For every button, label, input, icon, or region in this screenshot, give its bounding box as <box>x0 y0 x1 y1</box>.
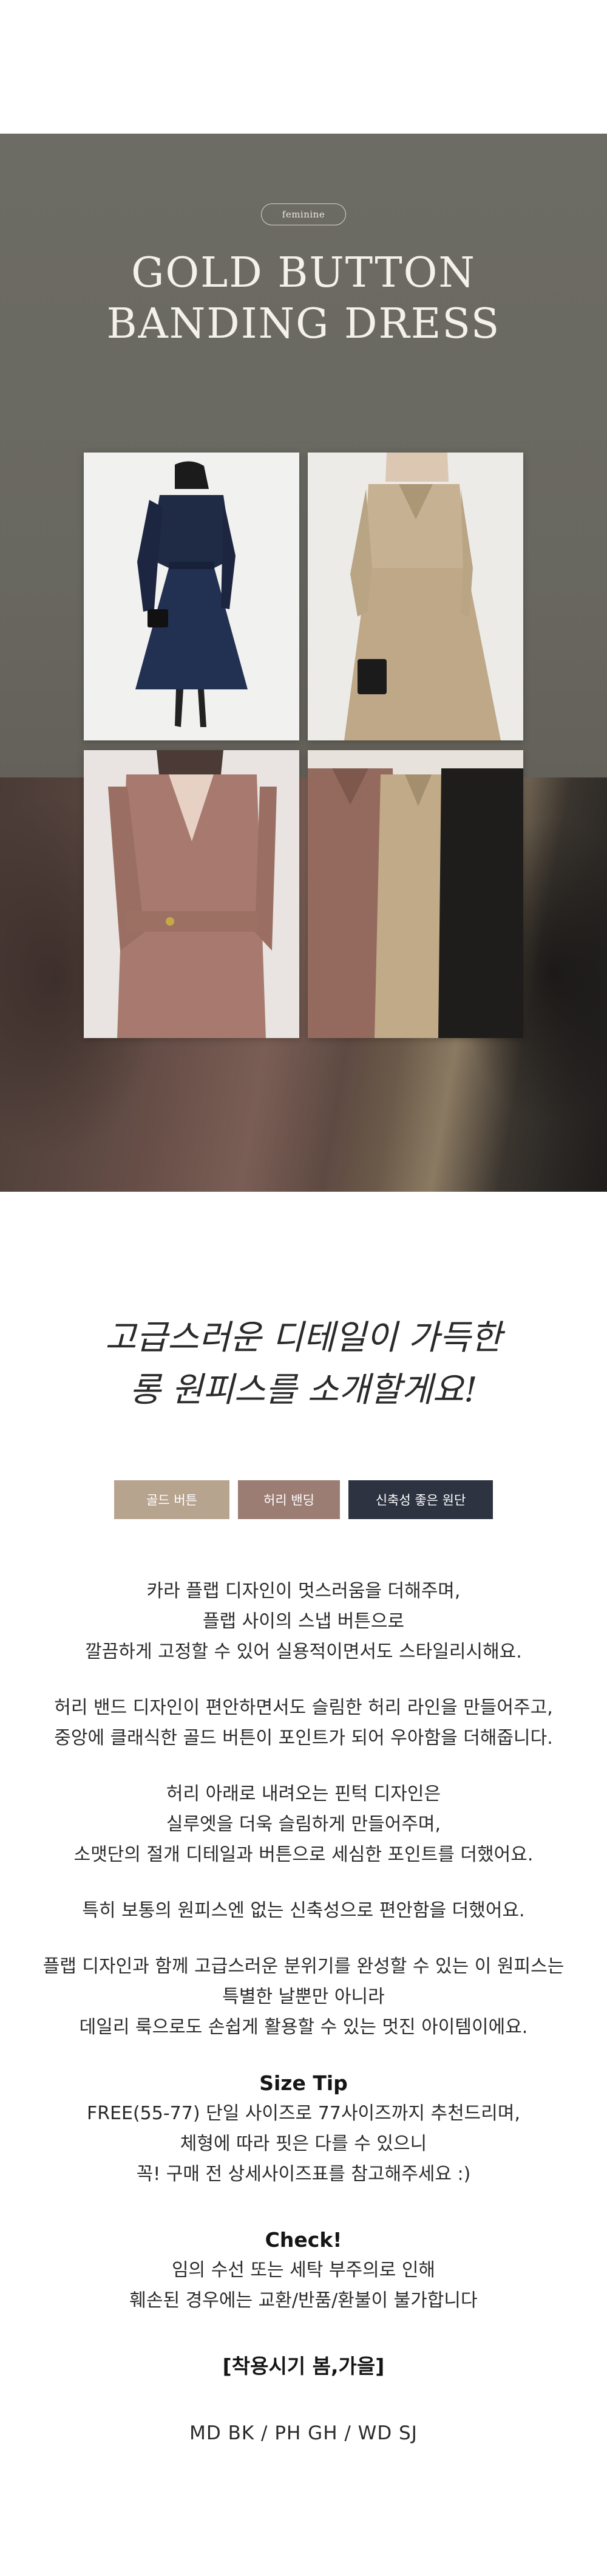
desc-line: 실루엣을 더욱 슬림하게 만들어주며, <box>166 1814 441 1835</box>
desc-line: 깔끔하게 고정할 수 있어 실용적이면서도 스타일리시해요. <box>85 1641 522 1662</box>
pink-dress-illustration <box>84 750 299 1038</box>
navy-dress-illustration <box>84 453 299 740</box>
hangers-illustration <box>308 750 523 1038</box>
check-heading: Check! <box>265 2228 342 2252</box>
pink-dress-closeup-photo <box>84 750 299 1038</box>
size-tip: Size Tip FREE(55-77) 단일 사이즈로 77사이즈까지 추천드… <box>0 2068 607 2190</box>
desc-line: 허리 밴드 디자인이 편안하면서도 슬림한 허리 라인을 만들어주고, <box>54 1697 553 1718</box>
description-paragraph-4: 특히 보통의 원피스엔 없는 신축성으로 편안함을 더했어요. <box>0 1896 607 1926</box>
desc-line: 플랩 사이의 스냅 버튼으로 <box>202 1611 405 1632</box>
color-codes: MD BK / PH GH / WD SJ <box>189 2422 418 2444</box>
headline-line2: 롱 원피스를 소개할게요! <box>129 1370 478 1410</box>
headline: 고급스러운 디테일이 가득한 롱 원피스를 소개할게요! <box>0 1312 607 1416</box>
description-paragraph-1: 카라 플랩 디자인이 멋스러움을 더해주며, 플랩 사이의 스냅 버튼으로 깔끔… <box>0 1576 607 1667</box>
navy-dress-photo <box>84 453 299 740</box>
photo-grid <box>0 134 607 1192</box>
desc-line: 소맷단의 절개 디테일과 버튼으로 세심한 포인트를 더했어요. <box>73 1844 534 1865</box>
wearing-season: [착용시기 봄,가을] <box>222 2354 385 2378</box>
description-paragraph-3: 허리 아래로 내려오는 핀턱 디자인은 실루엣을 더욱 슬림하게 만들어주며, … <box>0 1779 607 1870</box>
beige-dress-illustration <box>308 453 523 740</box>
desc-line: 중앙에 클래식한 골드 버튼이 포인트가 되어 우아함을 더해줍니다. <box>54 1727 553 1749</box>
desc-line: 허리 아래로 내려오는 핀턱 디자인은 <box>166 1783 441 1805</box>
tag-gold-button: 골드 버튼 <box>114 1480 229 1519</box>
check-line: 훼손된 경우에는 교환/반품/환불이 불가합니다 <box>129 2290 478 2311</box>
check-line: 임의 수선 또는 세탁 부주의로 인해 <box>171 2260 436 2281</box>
product-detail-page: feminine GOLD BUTTON BANDING DRESS 고급스러운… <box>0 0 607 2576</box>
description-paragraph-5: 플랩 디자인과 함께 고급스러운 분위기를 완성할 수 있는 이 원피스는 특별… <box>0 1952 607 2043</box>
size-tip-heading: Size Tip <box>259 2071 348 2095</box>
desc-line: 플랩 디자인과 함께 고급스러운 분위기를 완성할 수 있는 이 원피스는 <box>42 1956 565 1977</box>
size-tip-line: 체형에 따라 핏은 다를 수 있으니 <box>180 2133 427 2154</box>
feature-tags: 골드 버튼 허리 밴딩 신축성 좋은 원단 <box>0 1480 607 1519</box>
desc-line: 데일리 룩으로도 손쉽게 활용할 수 있는 멋진 아이템이에요. <box>79 2017 528 2038</box>
size-tip-line: FREE(55-77) 단일 사이즈로 77사이즈까지 추천드리며, <box>86 2103 521 2124</box>
tag-waist-banding: 허리 밴딩 <box>238 1480 340 1519</box>
check-notice: Check! 임의 수선 또는 세탁 부주의로 인해 훼손된 경우에는 교환/반… <box>0 2225 607 2316</box>
tag-stretch-fabric: 신축성 좋은 원단 <box>348 1480 493 1519</box>
product-description: 카라 플랩 디자인이 멋스러움을 더해주며, 플랩 사이의 스냅 버튼으로 깔끔… <box>0 1576 607 2448</box>
desc-line: 카라 플랩 디자인이 멋스러움을 더해주며, <box>146 1580 461 1602</box>
size-tip-line: 꼭! 구매 전 상세사이즈표를 참고해주세요 :) <box>136 2164 471 2185</box>
beige-dress-photo <box>308 453 523 740</box>
desc-line: 특히 보통의 원피스엔 없는 신축성으로 편안함을 더했어요. <box>82 1900 525 1921</box>
hero-banner: feminine GOLD BUTTON BANDING DRESS <box>0 134 607 1192</box>
dresses-on-hangers-photo <box>308 750 523 1038</box>
description-paragraph-2: 허리 밴드 디자인이 편안하면서도 슬림한 허리 라인을 만들어주고, 중앙에 … <box>0 1693 607 1754</box>
desc-line: 특별한 날뿐만 아니라 <box>222 1986 385 2007</box>
headline-line1: 고급스러운 디테일이 가득한 <box>105 1318 502 1358</box>
